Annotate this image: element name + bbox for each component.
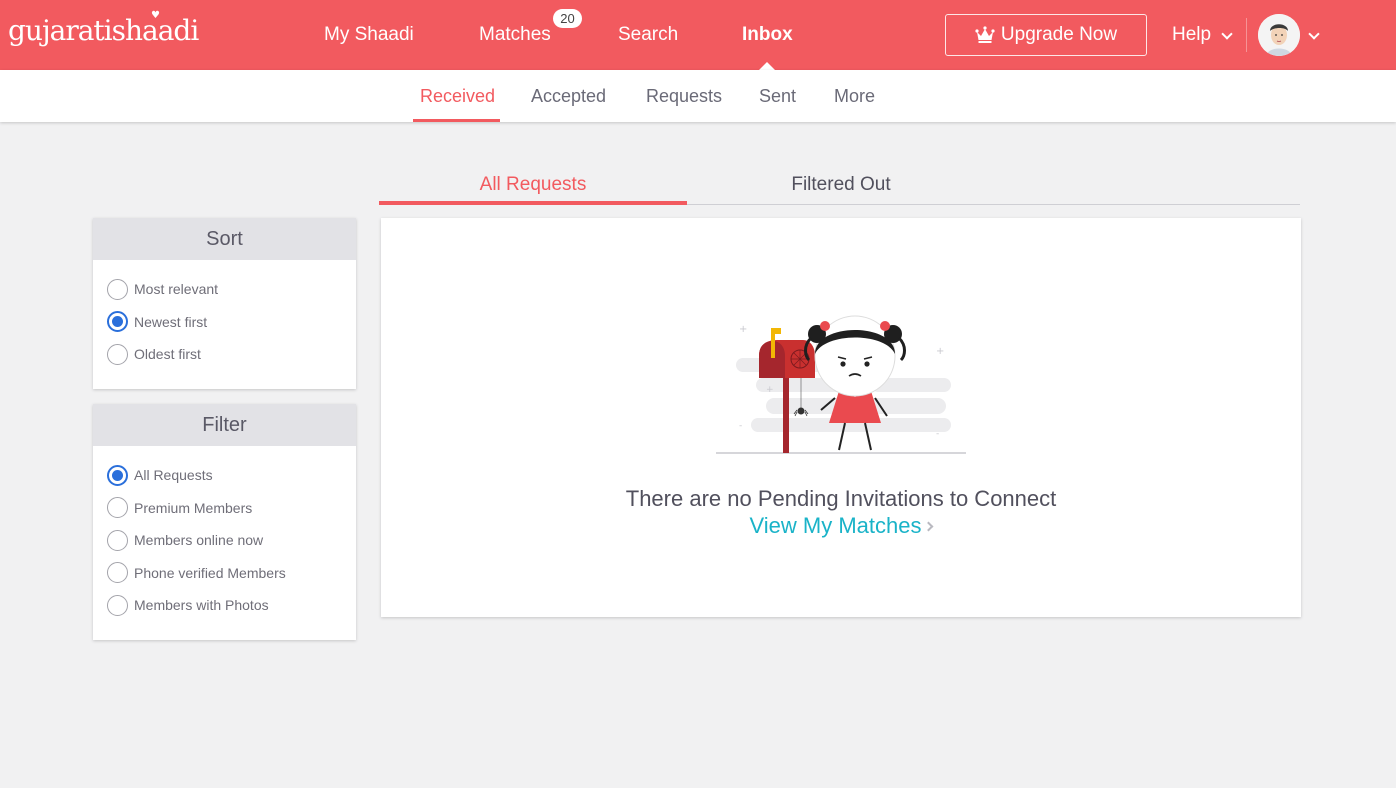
site-logo[interactable]: gujaratishaadi ♥ [8, 10, 199, 54]
empty-state-message: There are no Pending Invitations to Conn… [625, 486, 1057, 511]
filter-option-phone-verified[interactable]: Phone verified Members [93, 557, 356, 590]
matches-count-badge: 20 [553, 9, 582, 28]
empty-state-card: + + + - - There are no Pending Invitatio… [381, 218, 1301, 617]
radio-button[interactable] [107, 562, 128, 584]
subtab-requests[interactable]: Requests [646, 70, 722, 122]
filter-option-members-online[interactable]: Members online now [93, 524, 356, 557]
radio-label: Premium Members [134, 499, 253, 516]
request-tabs: All Requests Filtered Out [379, 165, 1300, 205]
sort-panel-title: Sort [93, 218, 356, 260]
filter-option-with-photos[interactable]: Members with Photos [93, 589, 356, 622]
filter-option-premium-members[interactable]: Premium Members [93, 492, 356, 525]
sort-option-newest-first[interactable]: Newest first [93, 306, 356, 339]
radio-button[interactable] [107, 278, 128, 300]
svg-text:+: + [766, 385, 774, 395]
logo-heart-icon: ♥ [151, 10, 160, 21]
sort-option-oldest-first[interactable]: Oldest first [93, 338, 356, 371]
active-subtab-underline [413, 119, 500, 122]
user-avatar[interactable] [1258, 14, 1300, 56]
radio-label: Newest first [134, 313, 208, 330]
svg-text:-: - [936, 429, 939, 439]
user-avatar-icon [1258, 14, 1300, 56]
chevron-right-icon [924, 521, 934, 532]
view-my-matches-link[interactable]: View My Matches [381, 513, 1301, 539]
radio-label: All Requests [134, 467, 213, 484]
svg-text:+: + [739, 324, 747, 335]
sort-panel: Sort Most relevant Newest first Oldest f… [93, 218, 356, 389]
tab-all-requests[interactable]: All Requests [379, 165, 687, 205]
subtab-accepted[interactable]: Accepted [531, 70, 606, 122]
radio-button-selected[interactable] [107, 311, 128, 333]
radio-button[interactable] [107, 529, 128, 551]
upgrade-now-button[interactable]: Upgrade Now [945, 14, 1147, 56]
active-nav-caret-icon [759, 62, 775, 70]
radio-label: Oldest first [134, 346, 201, 363]
nav-my-shaadi[interactable]: My Shaadi [324, 0, 414, 70]
nav-matches[interactable]: Matches [479, 0, 551, 70]
nav-inbox[interactable]: Inbox [742, 0, 793, 70]
active-tab-underline [379, 201, 687, 205]
filter-option-all-requests[interactable]: All Requests [93, 459, 356, 492]
help-menu[interactable]: Help [1172, 0, 1211, 70]
nav-divider [1246, 18, 1247, 52]
crown-icon [975, 26, 995, 43]
inbox-subnav: Received Accepted Requests Sent More [0, 70, 1396, 122]
tab-filtered-out[interactable]: Filtered Out [687, 165, 995, 205]
subtab-sent[interactable]: Sent [759, 70, 796, 122]
radio-label: Members online now [134, 532, 264, 549]
filter-panel-title: Filter [93, 404, 356, 446]
radio-button-selected[interactable] [107, 464, 128, 486]
help-chevron-down-icon[interactable] [1221, 28, 1233, 40]
radio-label: Most relevant [134, 281, 219, 298]
sad-girl-mailbox-illustration: + + + - - [716, 315, 966, 454]
logo-text: gujaratishaadi [8, 14, 199, 47]
svg-text:-: - [739, 421, 742, 431]
upgrade-now-label: Upgrade Now [1000, 24, 1118, 45]
radio-label: Members with Photos [134, 597, 269, 614]
subtab-received[interactable]: Received [420, 70, 495, 122]
radio-button[interactable] [107, 497, 128, 519]
radio-button[interactable] [107, 594, 128, 616]
radio-label: Phone verified Members [134, 564, 286, 581]
nav-search[interactable]: Search [618, 0, 678, 70]
view-my-matches-label: View My Matches [749, 513, 922, 538]
svg-text:+: + [936, 346, 944, 357]
top-navigation-bar: gujaratishaadi ♥ My Shaadi Matches 20 Se… [0, 0, 1396, 70]
filter-panel: Filter All Requests Premium Members Memb… [93, 404, 356, 640]
subtab-more[interactable]: More [834, 70, 875, 122]
profile-chevron-down-icon[interactable] [1308, 28, 1320, 40]
radio-button[interactable] [107, 343, 128, 365]
sort-option-most-relevant[interactable]: Most relevant [93, 273, 356, 306]
help-label: Help [1172, 24, 1212, 45]
